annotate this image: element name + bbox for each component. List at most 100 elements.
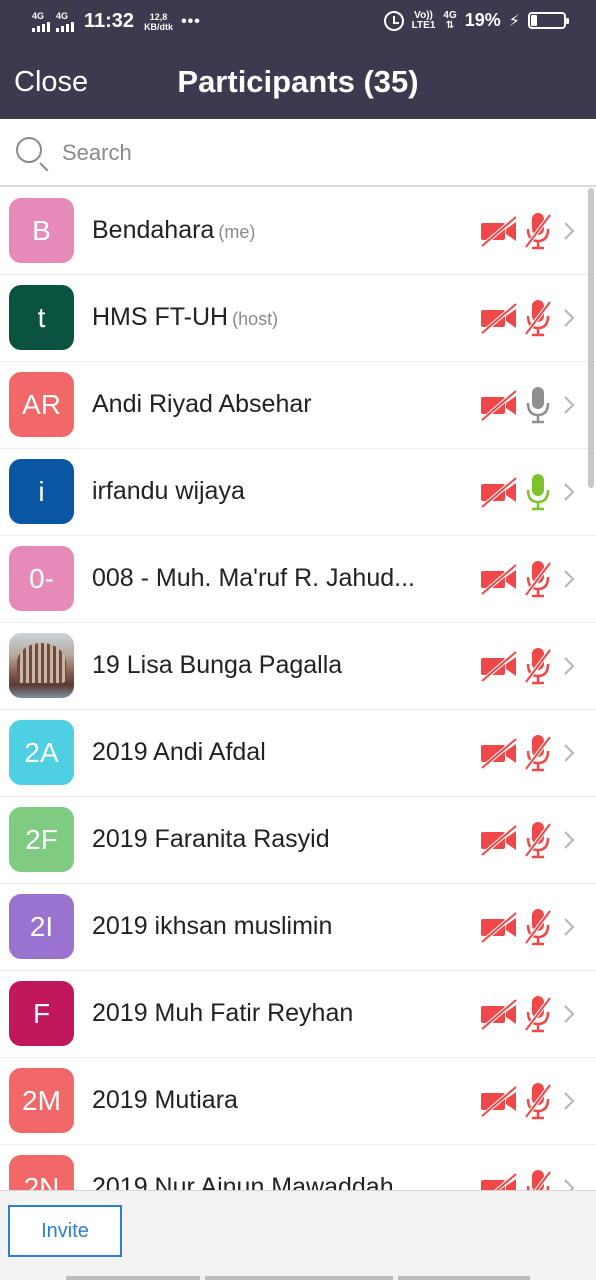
chevron-right-icon[interactable]: [562, 743, 576, 763]
participant-name: 2019 Mutiara: [92, 1086, 238, 1115]
list-item[interactable]: 2N 2019 Nur Ainun Mawaddah: [0, 1145, 596, 1190]
mic-muted-icon: [524, 648, 552, 685]
sim1-label: 4G: [32, 10, 45, 21]
chevron-right-icon[interactable]: [562, 1178, 576, 1190]
sim2-label: 4G: [56, 10, 69, 21]
invite-button[interactable]: Invite: [8, 1205, 122, 1257]
scrollbar[interactable]: [588, 188, 594, 488]
video-off-icon: [480, 302, 518, 334]
video-off-icon: [480, 215, 518, 247]
avatar-initials: 2A: [24, 736, 59, 768]
avatar: B: [9, 198, 74, 263]
participant-name-text: 2019 ikhsan muslimin: [92, 912, 333, 940]
signal-sim2-icon: 4G: [56, 10, 74, 32]
chevron-right-icon[interactable]: [562, 1091, 576, 1111]
page-title: Participants (35): [177, 64, 419, 99]
list-item[interactable]: t HMS FT-UH (host): [0, 275, 596, 362]
mic-muted-icon: [524, 822, 552, 859]
chevron-right-icon[interactable]: [562, 482, 576, 502]
participant-role-tag: (host): [232, 309, 279, 329]
video-off-icon: [480, 476, 518, 508]
bottom-bar: Invite: [0, 1190, 596, 1280]
chevron-right-icon[interactable]: [562, 308, 576, 328]
participant-name: Andi Riyad Absehar: [92, 390, 312, 419]
participant-list: B Bendahara (me) t HMS FT-UH (host) AR Andi Riy…: [0, 188, 596, 1190]
search-input[interactable]: [62, 135, 562, 171]
status-left: 4G 4G 11:32 12,8 KB/dtk •••: [32, 10, 201, 33]
participant-name-text: 008 - Muh. Ma'ruf R. Jahud...: [92, 564, 415, 592]
avatar-initials: i: [38, 475, 45, 507]
avatar: AR: [9, 372, 74, 437]
participant-name: 2019 Nur Ainun Mawaddah: [92, 1173, 394, 1190]
list-item[interactable]: 2I 2019 ikhsan muslimin: [0, 884, 596, 971]
battery-fill: [531, 15, 537, 26]
list-item[interactable]: 19 Lisa Bunga Pagalla: [0, 623, 596, 710]
list-item[interactable]: 0- 008 - Muh. Ma'ruf R. Jahud...: [0, 536, 596, 623]
participant-name: irfandu wijaya: [92, 477, 245, 506]
battery-icon: [528, 12, 569, 29]
mobile-data-icon: 4G ⇅: [443, 10, 456, 31]
top-bar: 4G 4G 11:32 12,8 KB/dtk ••• Vo)) LTE1 4G: [0, 0, 596, 119]
list-item[interactable]: B Bendahara (me): [0, 188, 596, 275]
chevron-right-icon[interactable]: [562, 221, 576, 241]
avatar-initials: AR: [22, 388, 61, 420]
nav-indicator: [398, 1276, 530, 1280]
video-off-icon: [480, 563, 518, 595]
participant-name-text: 2019 Andi Afdal: [92, 738, 266, 766]
list-item[interactable]: 2F 2019 Faranita Rasyid: [0, 797, 596, 884]
list-item[interactable]: i irfandu wijaya: [0, 449, 596, 536]
list-item[interactable]: F 2019 Muh Fatir Reyhan: [0, 971, 596, 1058]
chevron-right-icon[interactable]: [562, 395, 576, 415]
participant-name: 008 - Muh. Ma'ruf R. Jahud...: [92, 564, 415, 593]
chevron-right-icon[interactable]: [562, 569, 576, 589]
avatar-initials: 2N: [23, 1171, 60, 1191]
mic-muted-icon: [524, 561, 552, 598]
net-bottom: ⇅: [445, 19, 455, 31]
participant-name: 19 Lisa Bunga Pagalla: [92, 651, 342, 680]
list-item[interactable]: AR Andi Riyad Absehar: [0, 362, 596, 449]
chevron-right-icon[interactable]: [562, 830, 576, 850]
avatar: 0-: [9, 546, 74, 611]
mic-muted-icon: [524, 735, 552, 772]
participant-name-text: 19 Lisa Bunga Pagalla: [92, 651, 343, 679]
mic-muted-icon: [524, 996, 552, 1033]
participant-name: 2019 Faranita Rasyid: [92, 825, 330, 854]
participant-name-text: 2019 Nur Ainun Mawaddah: [92, 1173, 394, 1190]
video-off-icon: [480, 650, 518, 682]
video-off-icon: [480, 824, 518, 856]
avatar-initials: 2F: [25, 823, 58, 855]
avatar: 2N: [9, 1155, 74, 1190]
participant-name-text: 2019 Mutiara: [92, 1086, 238, 1114]
alarm-icon: [383, 10, 404, 31]
avatar: i: [9, 459, 74, 524]
avatar: F: [9, 981, 74, 1046]
mic-muted-icon: [524, 213, 552, 250]
nav-indicator: [205, 1276, 393, 1280]
list-item[interactable]: 2M 2019 Mutiara: [0, 1058, 596, 1145]
participant-name: Bendahara (me): [92, 216, 255, 245]
participant-name: 2019 Andi Afdal: [92, 738, 266, 767]
participant-name-text: irfandu wijaya: [92, 477, 245, 505]
participant-name: 2019 Muh Fatir Reyhan: [92, 999, 353, 1028]
participant-name-text: Andi Riyad Absehar: [92, 390, 312, 418]
chevron-right-icon[interactable]: [562, 656, 576, 676]
avatar-initials: 0-: [29, 562, 54, 594]
mic-muted-icon: [524, 909, 552, 946]
avatar-photo: [17, 643, 66, 683]
chevron-right-icon[interactable]: [562, 917, 576, 937]
search-icon: [16, 137, 42, 163]
participant-name-text: HMS FT-UH: [92, 303, 229, 331]
status-right: Vo)) LTE1 4G ⇅ 19% ⚡: [383, 10, 569, 31]
speed-value: 12,8: [149, 11, 168, 22]
avatar: 2A: [9, 720, 74, 785]
avatar: 2M: [9, 1068, 74, 1133]
participant-name-text: 2019 Faranita Rasyid: [92, 825, 330, 853]
more-notifications-icon: •••: [181, 12, 201, 30]
participant-name: 2019 ikhsan muslimin: [92, 912, 332, 941]
avatar-initials: B: [32, 214, 51, 246]
volte-icon: Vo)) LTE1: [412, 10, 436, 31]
list-item[interactable]: 2A 2019 Andi Afdal: [0, 710, 596, 797]
chevron-right-icon[interactable]: [562, 1004, 576, 1024]
video-off-icon: [481, 1172, 518, 1190]
video-off-icon: [480, 998, 518, 1030]
